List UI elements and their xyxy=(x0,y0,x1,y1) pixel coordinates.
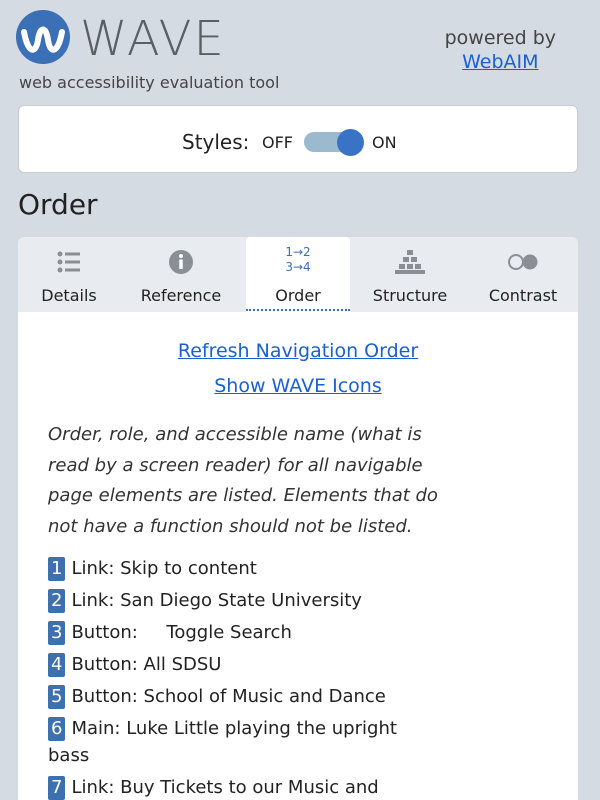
list-item[interactable]: 4 Button: All SDSU xyxy=(48,651,548,678)
list-item[interactable]: 6 Main: Luke Little playing the upright b… xyxy=(48,715,408,769)
order-item-text: Main: Luke Little playing the upright ba… xyxy=(48,718,397,766)
list-item[interactable]: 5 Button: School of Music and Dance xyxy=(48,683,548,710)
order-number: 3 xyxy=(48,621,66,645)
order-number: 6 xyxy=(48,717,66,741)
styles-panel: Styles: OFF ON xyxy=(18,105,578,173)
webaim-link[interactable]: WebAIM xyxy=(445,51,556,73)
styles-on-label: ON xyxy=(372,133,397,152)
powered-by-text: powered by xyxy=(444,27,556,49)
order-icon-bottom: 3→4 xyxy=(285,260,311,274)
wave-logo-icon xyxy=(16,10,70,64)
tab-label-contrast: Contrast xyxy=(488,286,558,305)
header: WAVE web accessibility evaluation tool p… xyxy=(0,0,600,100)
tab-label-structure: Structure xyxy=(372,286,448,305)
order-description: Order, role, and accessible name (what i… xyxy=(48,424,438,537)
contrast-icon xyxy=(506,249,540,279)
tab-structure[interactable]: Structure xyxy=(356,237,464,312)
order-list: 1 Link: Skip to content 2 Link: San Diego … xyxy=(48,555,548,800)
list-item[interactable]: 7 Link: Buy Tickets to our Music and xyxy=(48,774,548,800)
list-item[interactable]: 2 Link: San Diego State University xyxy=(48,587,548,614)
tab-label-order: Order xyxy=(246,286,350,311)
tab-label-reference: Reference xyxy=(140,286,222,305)
order-item-text: Button: All SDSU xyxy=(71,654,222,675)
order-item-text: Button: Toggle Search xyxy=(71,622,292,643)
refresh-navigation-order-link[interactable]: Refresh Navigation Order xyxy=(18,340,578,362)
order-item-text: Link: Skip to content xyxy=(71,558,257,579)
order-item-text: Button: School of Music and Dance xyxy=(71,686,386,707)
order-number: 7 xyxy=(48,776,66,800)
order-number: 4 xyxy=(48,653,66,677)
order-number: 2 xyxy=(48,589,66,613)
styles-off-label: OFF xyxy=(262,133,293,152)
logo-text: WAVE xyxy=(80,11,226,67)
order-item-text: Link: Buy Tickets to our Music and xyxy=(71,777,379,798)
structure-icon xyxy=(395,249,425,279)
tab-order[interactable]: 1→2 3→4 Order xyxy=(246,237,350,312)
list-item[interactable]: 3 Button: Toggle Search xyxy=(48,619,548,646)
tab-contrast[interactable]: Contrast xyxy=(468,237,578,312)
order-number: 5 xyxy=(48,685,66,709)
powered-by: powered by WebAIM xyxy=(445,27,556,73)
page-title: Order xyxy=(18,188,98,221)
toggle-knob xyxy=(337,129,364,156)
tab-reference[interactable]: Reference xyxy=(124,237,238,312)
tagline: web accessibility evaluation tool xyxy=(19,73,280,92)
order-icon: 1→2 3→4 xyxy=(278,245,318,275)
list-icon xyxy=(56,249,82,279)
show-wave-icons-link[interactable]: Show WAVE Icons xyxy=(18,375,578,397)
tab-label-details: Details xyxy=(41,286,97,305)
tab-details[interactable]: Details xyxy=(18,237,120,312)
order-panel: Refresh Navigation Order Show WAVE Icons… xyxy=(18,312,578,800)
styles-toggle[interactable] xyxy=(304,129,364,156)
tab-bar: Details Reference 1→2 3→4 Order Structur… xyxy=(18,237,578,312)
order-number: 1 xyxy=(48,557,66,581)
info-icon xyxy=(168,249,194,279)
order-icon-top: 1→2 xyxy=(285,245,311,259)
styles-label: Styles: xyxy=(182,130,250,154)
order-item-text: Link: San Diego State University xyxy=(71,590,362,611)
list-item[interactable]: 1 Link: Skip to content xyxy=(48,555,548,582)
